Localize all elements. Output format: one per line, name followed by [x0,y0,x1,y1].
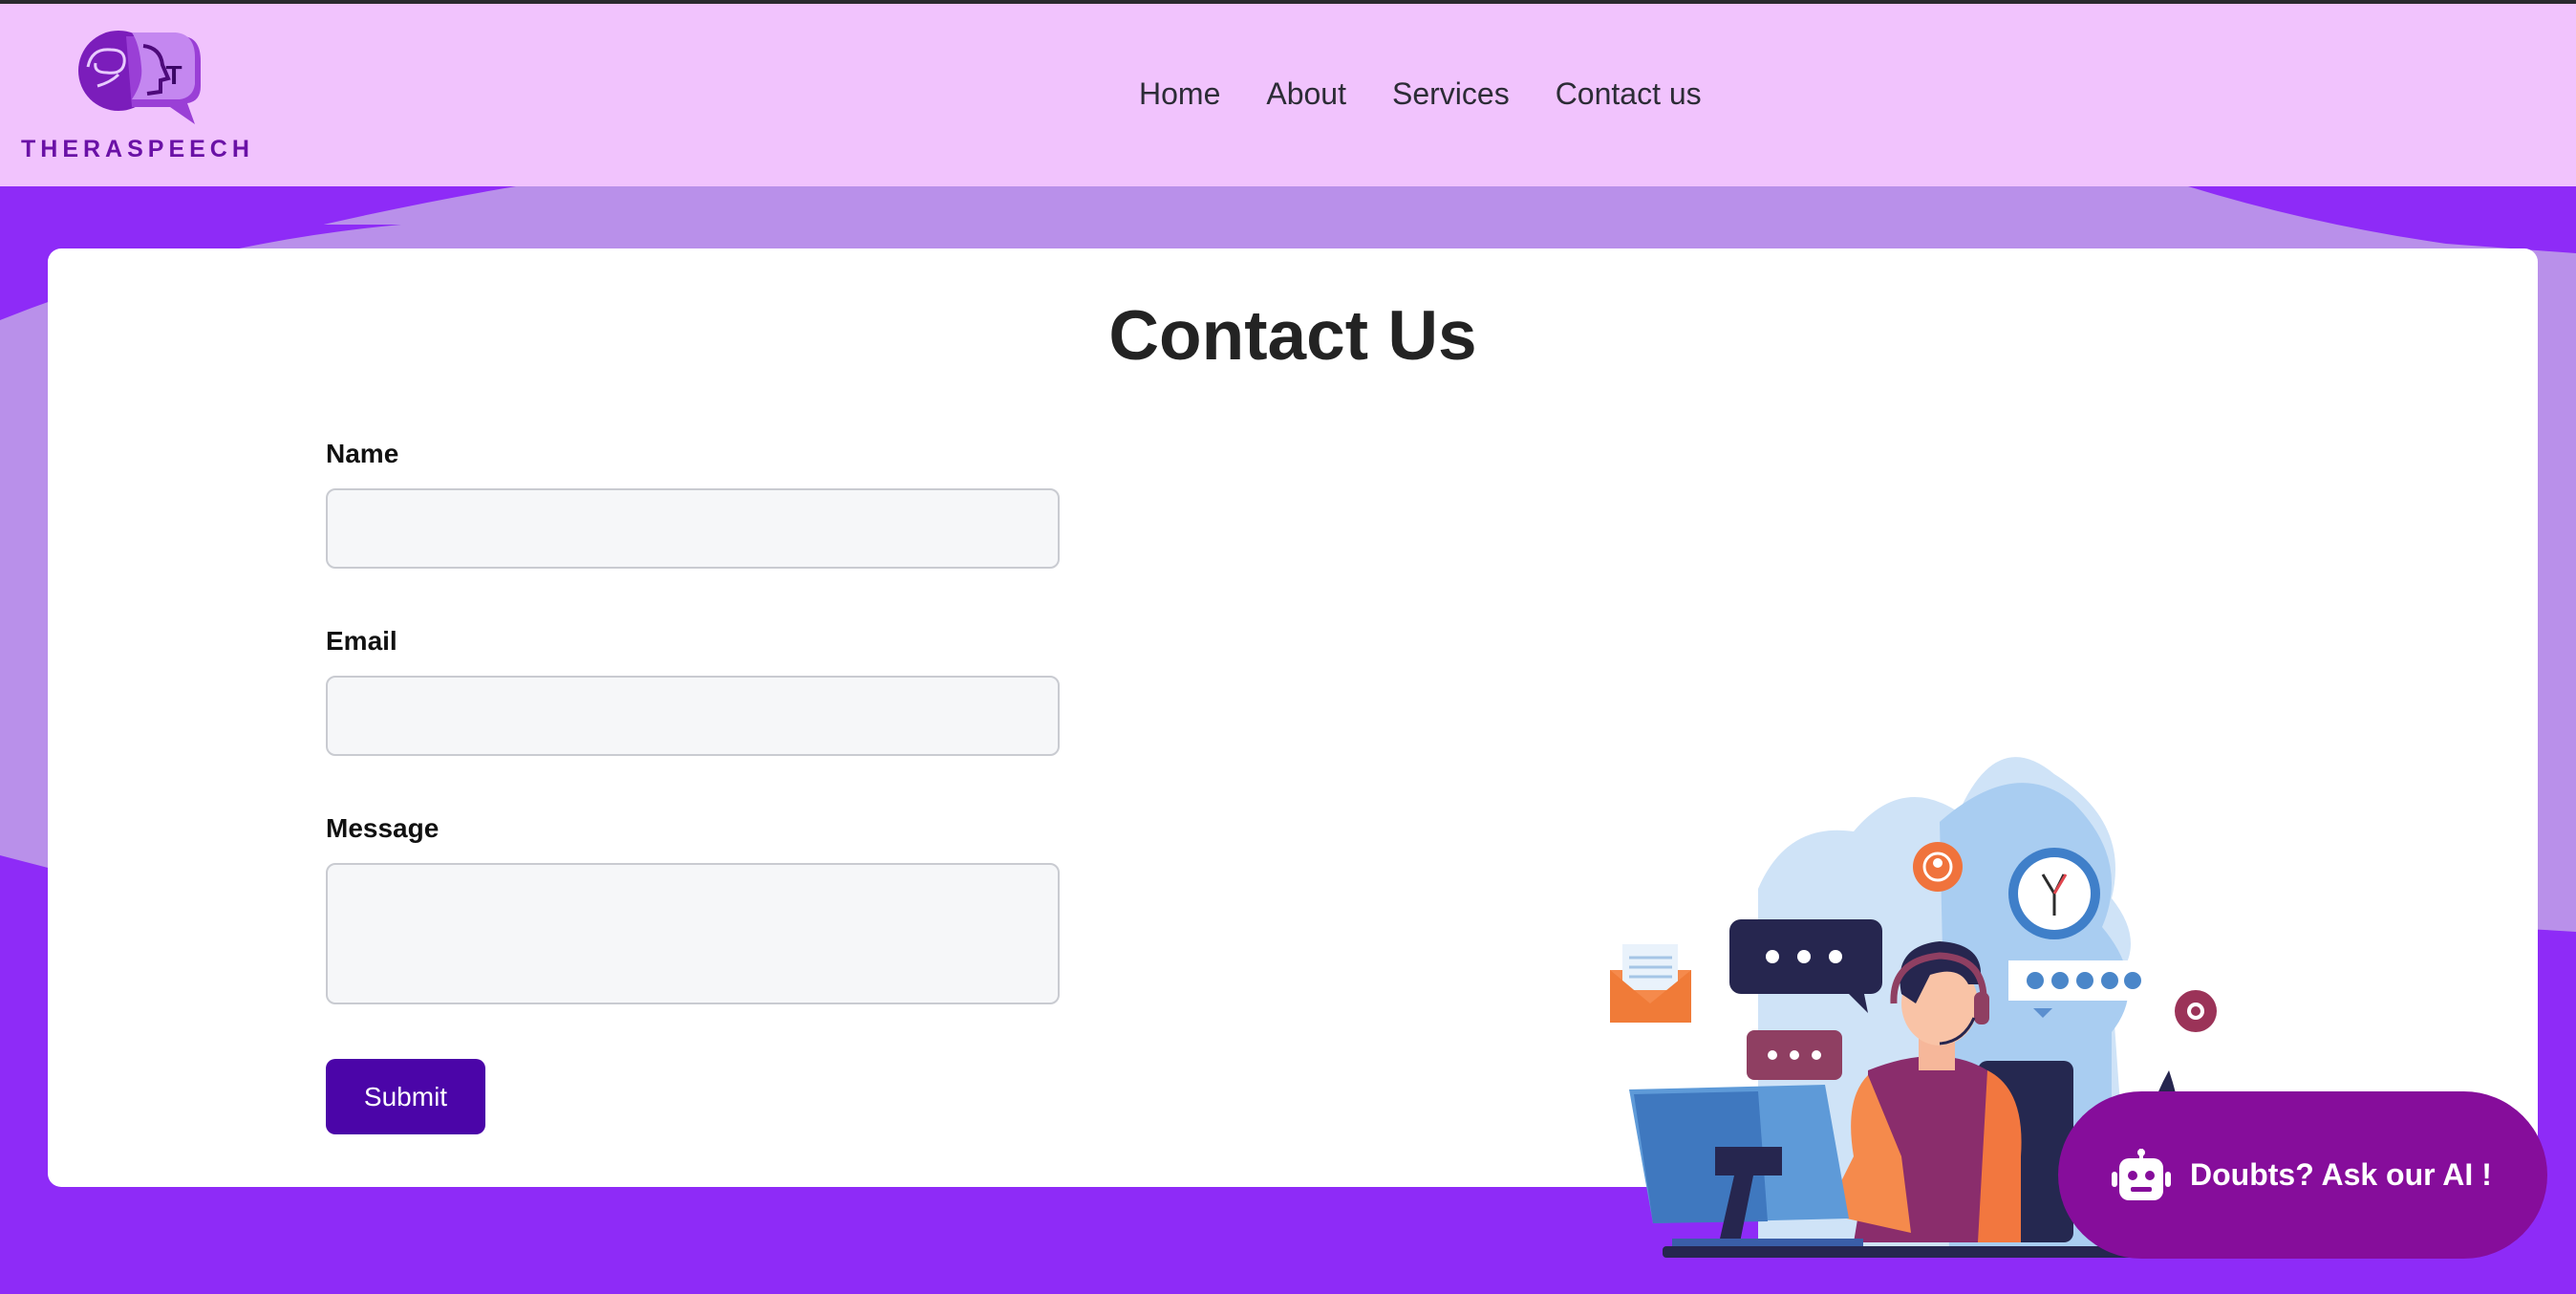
envelope-icon [1610,944,1691,1023]
page-title: Contact Us [1108,297,1477,375]
logo-letter: T [165,60,182,90]
brand-logo[interactable]: T THERASPEECH [21,29,260,162]
site-header: T THERASPEECH Home About Services Contac… [0,4,2576,186]
ai-chat-button[interactable]: Doubts? Ask our AI ! [2058,1091,2547,1259]
email-label: Email [326,626,397,656]
name-input[interactable] [326,488,1060,569]
email-input[interactable] [326,676,1060,756]
name-label: Name [326,439,399,468]
ai-chat-label: Doubts? Ask our AI ! [2190,1157,2492,1192]
message-textarea[interactable] [326,863,1060,1004]
contact-card: Contact Us Name Email Message Submit [48,248,2538,1258]
robot-icon [2112,1148,2171,1200]
logo-head-icon: T [78,31,201,124]
nav-contact-us[interactable]: Contact us [1556,76,1702,112]
nav-services[interactable]: Services [1392,76,1510,112]
brand-name: THERASPEECH [21,136,254,162]
message-label: Message [326,813,440,843]
nav-about[interactable]: About [1266,76,1346,112]
submit-button[interactable]: Submit [326,1059,485,1134]
main-nav: Home About Services Contact us [1139,76,1702,112]
nav-home[interactable]: Home [1139,76,1220,112]
